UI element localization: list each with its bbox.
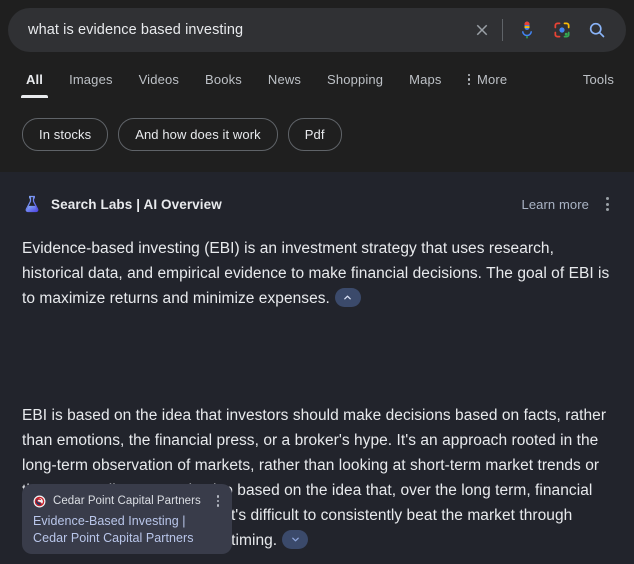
learn-more-link[interactable]: Learn more	[522, 197, 589, 212]
ai-overview-paragraph-1-text: Evidence-based investing (EBI) is an inv…	[22, 240, 610, 307]
search-field-container[interactable]	[8, 8, 626, 52]
flask-icon	[25, 195, 39, 213]
expand-chevron-down-icon[interactable]	[282, 530, 309, 550]
source-card-menu-icon[interactable]	[214, 493, 223, 509]
search-icon[interactable]	[582, 15, 612, 45]
search-input[interactable]	[28, 22, 467, 38]
search-divider	[502, 19, 503, 41]
tab-maps[interactable]: Maps	[409, 68, 441, 98]
chip-and-how-does-it-work[interactable]: And how does it work	[118, 118, 278, 151]
related-filter-chips: In stocks And how does it work Pdf	[22, 118, 342, 151]
ai-overview-title: Search Labs | AI Overview	[51, 196, 222, 212]
chip-pdf[interactable]: Pdf	[287, 118, 342, 151]
source-card[interactable]: Cedar Point Capital Partners Evidence-Ba…	[22, 484, 232, 554]
tools-button[interactable]: Tools	[583, 68, 614, 98]
more-label: More	[477, 72, 508, 87]
source-card-header: Cedar Point Capital Partners	[33, 493, 222, 509]
source-card-title[interactable]: Evidence-Based Investing | Cedar Point C…	[33, 513, 222, 547]
ai-overview-header: Search Labs | AI Overview Learn more	[22, 172, 612, 224]
kebab-menu-icon	[467, 73, 471, 86]
ai-overview-paragraph-1: Evidence-based investing (EBI) is an inv…	[22, 236, 612, 311]
chip-in-stocks[interactable]: In stocks	[22, 118, 109, 151]
tab-images[interactable]: Images	[69, 68, 113, 98]
more-filters-button[interactable]: More	[467, 68, 508, 98]
ai-overview-panel: Search Labs | AI Overview Learn more Evi…	[0, 172, 634, 564]
close-icon[interactable]	[467, 15, 497, 45]
search-nav-tabs: All Images Videos Books News Shopping Ma…	[0, 68, 634, 104]
ai-overview-menu-icon[interactable]	[603, 193, 612, 215]
tab-books[interactable]: Books	[205, 68, 242, 98]
source-site-name: Cedar Point Capital Partners	[53, 495, 201, 507]
tab-all[interactable]: All	[20, 68, 49, 98]
collapse-chevron-up-icon[interactable]	[334, 288, 361, 308]
microphone-icon[interactable]	[512, 15, 542, 45]
tab-news[interactable]: News	[268, 68, 301, 98]
cedar-point-logo-icon	[33, 495, 46, 507]
search-bar	[8, 8, 626, 52]
tab-videos[interactable]: Videos	[139, 68, 179, 98]
tab-shopping[interactable]: Shopping	[327, 68, 383, 98]
google-lens-icon[interactable]	[547, 15, 577, 45]
source-card-spacer	[22, 311, 612, 403]
